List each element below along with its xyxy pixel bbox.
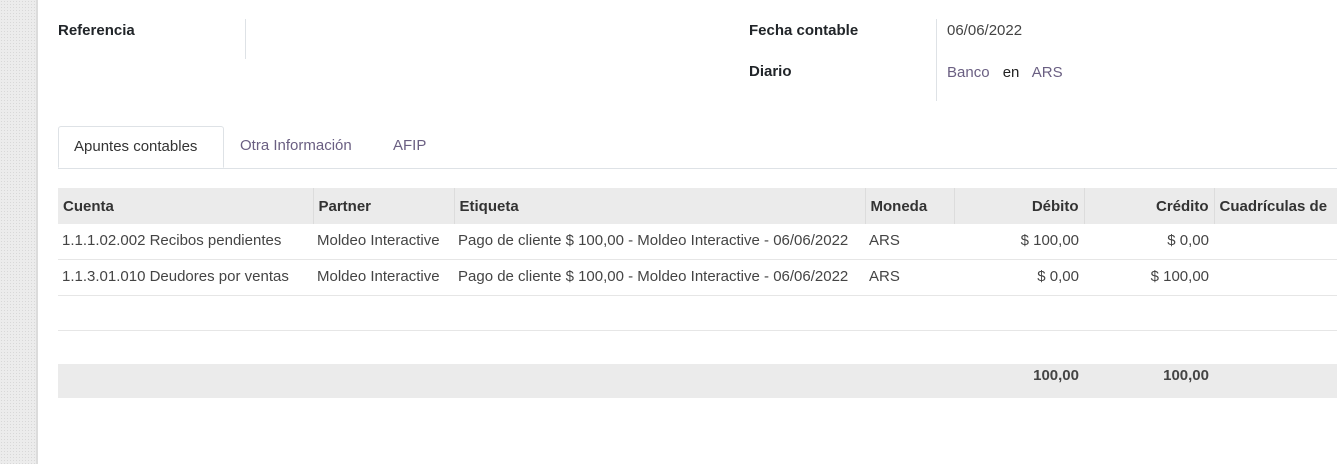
reference-field[interactable] [256, 22, 506, 46]
cell-cuenta[interactable]: 1.1.1.02.002 Recibos pendientes [58, 224, 313, 260]
empty-row [58, 295, 1337, 331]
reference-separator [245, 19, 246, 59]
spacer-row [58, 331, 1337, 365]
table-row[interactable]: 1.1.3.01.010 Deudores por ventas Moldeo … [58, 259, 1337, 296]
date-label: Fecha contable [749, 22, 859, 39]
totals-row: 100,00 100,00 [58, 364, 1337, 398]
cell-cuenta[interactable]: 1.1.3.01.010 Deudores por ventas [58, 259, 313, 296]
currency-link[interactable]: ARS [1032, 64, 1063, 81]
column-header-debito[interactable]: Débito [954, 188, 1085, 224]
total-cuadriculas [1214, 364, 1337, 398]
date-field[interactable]: 06/06/2022 [947, 22, 1022, 39]
cell-partner[interactable]: Moldeo Interactive [313, 259, 454, 296]
side-panel [0, 0, 38, 464]
cell-debito[interactable]: $ 100,00 [954, 224, 1084, 260]
right-group-separator [936, 19, 937, 101]
column-header-partner[interactable]: Partner [313, 188, 455, 224]
journal-link[interactable]: Banco [947, 64, 990, 81]
cell-credito[interactable]: $ 0,00 [1084, 224, 1214, 260]
cell-etiqueta[interactable]: Pago de cliente $ 100,00 - Moldeo Intera… [454, 224, 865, 260]
journal-label: Diario [749, 63, 792, 80]
cell-partner[interactable]: Moldeo Interactive [313, 224, 454, 260]
journal-items-table: Cuenta Partner Etiqueta Moneda Débito Cr… [58, 188, 1337, 398]
column-header-cuadriculas[interactable]: Cuadrículas de [1214, 188, 1337, 224]
tab-otra-informacion[interactable]: Otra Información [225, 126, 367, 167]
tab-afip[interactable]: AFIP [378, 126, 441, 167]
reference-label: Referencia [58, 22, 135, 39]
cell-cuadriculas[interactable] [1214, 224, 1337, 260]
cell-credito[interactable]: $ 100,00 [1084, 259, 1214, 296]
tab-apuntes-contables[interactable]: Apuntes contables [58, 126, 224, 168]
cell-cuadriculas[interactable] [1214, 259, 1337, 296]
column-header-cuenta[interactable]: Cuenta [58, 188, 314, 224]
column-header-moneda[interactable]: Moneda [865, 188, 955, 224]
journal-in-text: en [1002, 64, 1020, 81]
column-header-etiqueta[interactable]: Etiqueta [454, 188, 866, 224]
cell-moneda[interactable]: ARS [865, 224, 954, 260]
totals-spacer [58, 364, 954, 398]
journal-field: Banco en ARS [947, 64, 1063, 81]
notebook-tabs: Apuntes contables Otra Información AFIP [58, 126, 1337, 169]
column-header-credito[interactable]: Crédito [1084, 188, 1215, 224]
form-sheet: Referencia Fecha contable 06/06/2022 Dia… [38, 0, 1337, 464]
total-credito: 100,00 [1084, 364, 1214, 398]
cell-debito[interactable]: $ 0,00 [954, 259, 1084, 296]
cell-moneda[interactable]: ARS [865, 259, 954, 296]
cell-etiqueta[interactable]: Pago de cliente $ 100,00 - Moldeo Intera… [454, 259, 865, 296]
table-header-row: Cuenta Partner Etiqueta Moneda Débito Cr… [58, 188, 1337, 224]
total-debito: 100,00 [954, 364, 1084, 398]
table-row[interactable]: 1.1.1.02.002 Recibos pendientes Moldeo I… [58, 224, 1337, 260]
